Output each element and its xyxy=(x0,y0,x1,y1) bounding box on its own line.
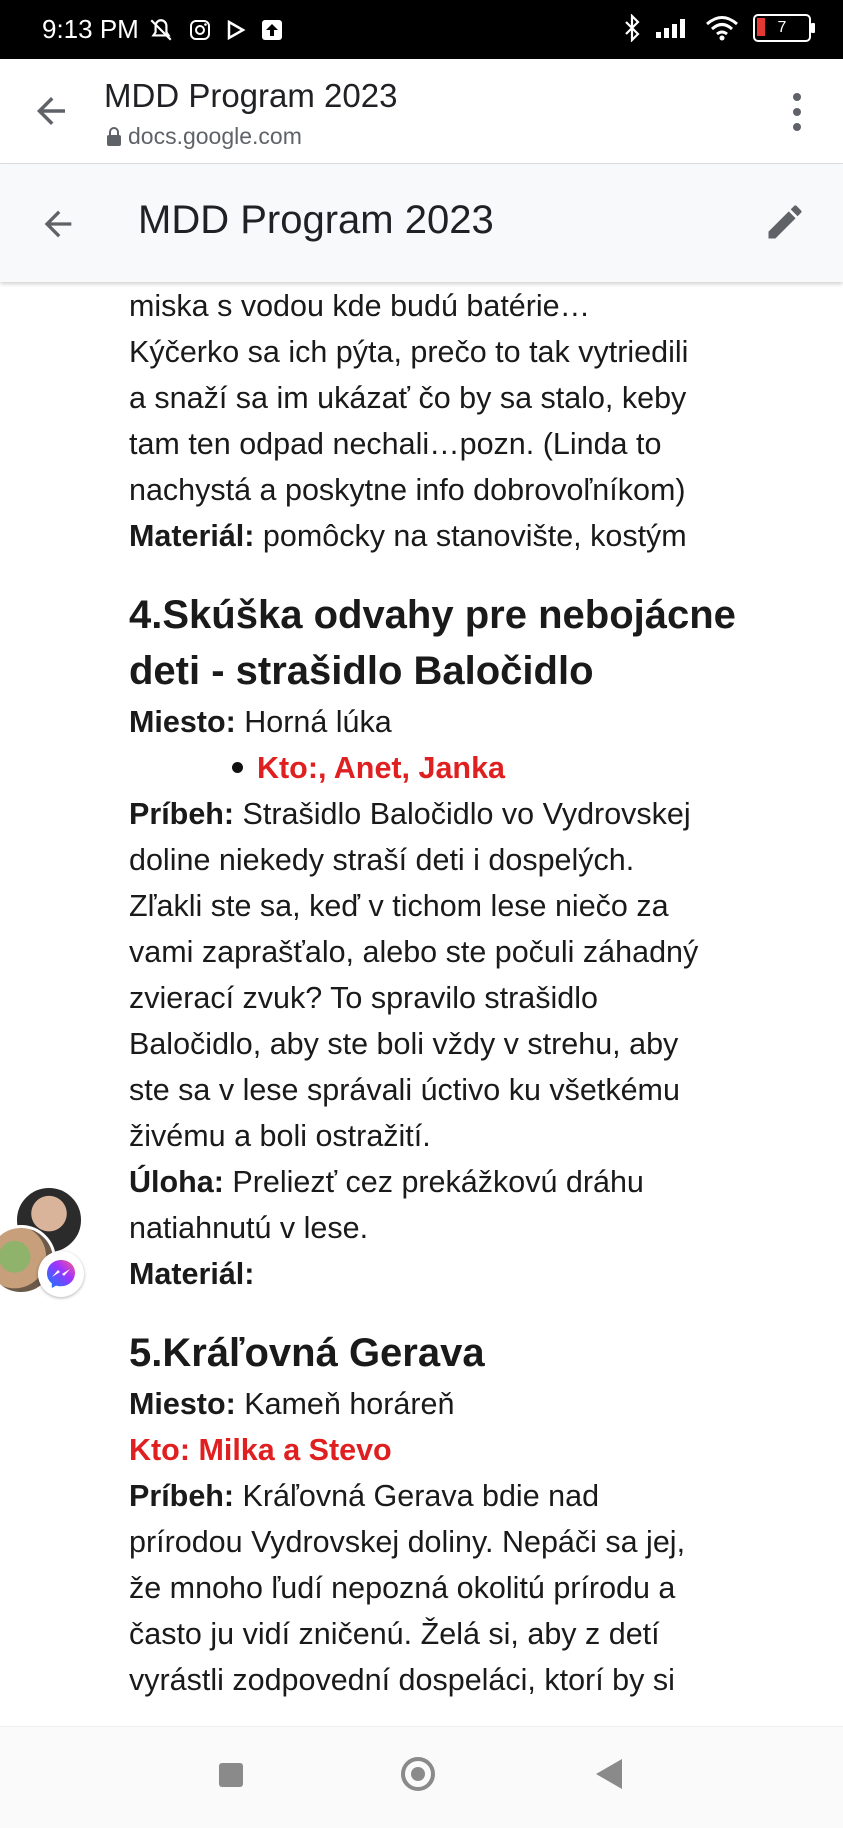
more-vert-icon[interactable] xyxy=(791,91,803,133)
text-line: vami zaprašťalo, alebo ste počuli záhadn… xyxy=(129,935,699,969)
back-button[interactable] xyxy=(596,1759,622,1789)
browser-url: docs.google.com xyxy=(106,123,302,150)
upload-icon xyxy=(262,20,282,40)
browser-back-icon[interactable] xyxy=(30,90,72,132)
status-left-icons xyxy=(148,17,284,43)
material-value: pomôcky na stanovište, kostým xyxy=(254,519,687,553)
text-line: natiahnutú v lese. xyxy=(129,1211,369,1245)
status-bar: 9:13 PM 7 xyxy=(0,0,843,59)
docs-back-icon[interactable] xyxy=(38,204,78,244)
browser-url-text: docs.google.com xyxy=(128,123,302,149)
bluetooth-icon xyxy=(625,14,640,42)
text-line: a snaží sa im ukázať čo by sa stalo, keb… xyxy=(129,381,687,415)
kto-text: Kto: Milka a Stevo xyxy=(129,1433,392,1467)
instagram-icon xyxy=(190,20,210,40)
miesto-value: Kameň horáreň xyxy=(235,1387,455,1421)
browser-page-title: MDD Program 2023 xyxy=(104,77,398,114)
section-heading: 4.Skúška odvahy pre nebojácne xyxy=(129,593,736,637)
section-heading-cont: deti - strašidlo Baločidlo xyxy=(129,649,594,693)
text-line: Kýčerko sa ich pýta, prečo to tak vytrie… xyxy=(129,335,689,369)
pribeh-text: Kráľovná Gerava bdie nad xyxy=(234,1479,600,1513)
text-line: Zľakli ste sa, keď v tichom lese niečo z… xyxy=(129,889,669,923)
battery-icon: 7 xyxy=(753,14,815,42)
text-line: zvierací zvuk? To spravilo strašidlo xyxy=(129,981,598,1015)
pribeh-label: Príbeh: xyxy=(129,1479,235,1513)
play-icon xyxy=(227,19,246,41)
uloha-label: Úloha: xyxy=(129,1165,224,1199)
pribeh-text: Strašidlo Baločidlo vo Vydrovskej xyxy=(234,797,691,831)
mute-bell-icon xyxy=(150,19,172,41)
pribeh-line: Príbeh: Strašidlo Baločidlo vo Vydrovske… xyxy=(129,791,829,837)
messenger-icon xyxy=(38,1251,84,1297)
document-body: miska s vodou kde budú batérie… Kýčerko … xyxy=(129,283,829,1703)
miesto-line: Miesto: Kameň horáreň xyxy=(129,1381,829,1427)
text-line: živému a boli ostražití. xyxy=(129,1119,431,1153)
battery-level: 7 xyxy=(777,19,787,36)
text-line: tam ten odpad nechali…pozn. (Linda to xyxy=(129,427,662,461)
text-line: že mnoho ľudí nepozná okolitú prírodu a xyxy=(129,1571,676,1605)
text-line: miska s vodou kde budú batérie… xyxy=(129,289,591,323)
uloha-text: Preliezť cez prekážkovú dráhu xyxy=(223,1165,644,1199)
miesto-value: Horná lúka xyxy=(235,705,392,739)
miesto-label: Miesto: xyxy=(129,1387,236,1421)
wifi-icon xyxy=(706,16,738,41)
bullet-dot xyxy=(232,762,243,774)
docs-header: MDD Program 2023 xyxy=(0,164,843,282)
text-line: doline niekedy straší deti i dospelých. xyxy=(129,843,635,877)
pribeh-line: Príbeh: Kráľovná Gerava bdie nad xyxy=(129,1473,829,1519)
browser-toolbar: MDD Program 2023 docs.google.com xyxy=(0,59,843,164)
status-time: 9:13 PM xyxy=(42,14,139,44)
material-label: Materiál: xyxy=(129,1257,255,1291)
uloha-line: Úloha: Preliezť cez prekážkovú dráhu xyxy=(129,1159,829,1205)
material-line: Materiál: pomôcky na stanovište, kostým xyxy=(129,513,829,559)
kto-bullet: Kto:, Anet, Janka xyxy=(129,745,829,791)
system-nav-bar xyxy=(0,1726,843,1828)
messenger-chat-heads[interactable] xyxy=(0,1185,96,1297)
miesto-label: Miesto: xyxy=(129,705,236,739)
text-line: vyrástli zodpovední dospeláci, ktorí by … xyxy=(129,1663,675,1697)
text-line: Baločidlo, aby ste boli vždy v strehu, a… xyxy=(129,1027,679,1061)
material-label: Materiál: xyxy=(129,519,255,553)
kto-text: Kto:, Anet, Janka xyxy=(257,751,505,785)
text-line: ste sa v lese správali úctivo ku všetkém… xyxy=(129,1073,680,1107)
signal-icon xyxy=(656,19,685,38)
text-line: prírodou Vydrovskej doliny. Nepáči sa je… xyxy=(129,1525,686,1559)
lock-icon xyxy=(107,126,121,146)
recents-button[interactable] xyxy=(219,1763,243,1787)
text-line: často ju vidí zničenú. Želá si, aby z de… xyxy=(129,1617,660,1651)
docs-title: MDD Program 2023 xyxy=(138,198,494,242)
pribeh-label: Príbeh: xyxy=(129,797,235,831)
edit-pencil-icon[interactable] xyxy=(763,200,807,244)
text-line: nachystá a poskytne info dobrovoľníkom) xyxy=(129,473,686,507)
home-button[interactable] xyxy=(401,1757,435,1791)
status-right-icons: 7 xyxy=(623,14,815,42)
section-heading: 5.Kráľovná Gerava xyxy=(129,1331,485,1375)
miesto-line: Miesto: Horná lúka xyxy=(129,699,829,745)
